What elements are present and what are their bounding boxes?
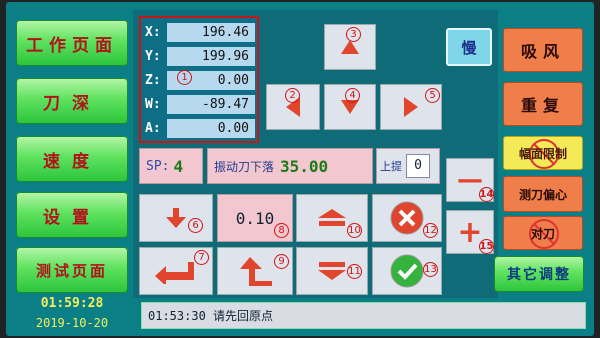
marker-14: 14 <box>479 187 494 202</box>
coord-label: X: <box>145 24 161 40</box>
move-right-button[interactable]: 5 <box>380 84 442 130</box>
plus-button[interactable]: + 15 <box>446 210 494 254</box>
double-up-icon <box>318 209 346 226</box>
arrow-up-icon <box>240 257 272 286</box>
coord-label: Y: <box>145 48 161 64</box>
suction-button[interactable]: 吸风 <box>503 28 583 72</box>
return-button[interactable]: 7 <box>139 247 213 295</box>
marker-1: 1 <box>177 70 192 85</box>
coord-value: 196.46 <box>167 22 255 42</box>
marker-4: 4 <box>345 88 360 103</box>
clock-date: 2019-10-20 <box>35 316 109 330</box>
hmi-screen: 工作页面 刀深 速度 设置 测试页面 01:59:28 2019-10-20 X… <box>6 2 594 336</box>
move-down-button[interactable]: 4 <box>324 84 376 130</box>
coord-value: 199.96 <box>167 46 255 66</box>
coord-label: A: <box>145 120 161 136</box>
coord-row-w: W: -89.47 <box>145 94 255 114</box>
coordinates-panel: X: 196.46 Y: 199.96 Z: 0.00 W: -89.47 A:… <box>139 16 259 143</box>
move-up-button[interactable]: 3 <box>324 24 376 70</box>
arrow-down-icon <box>166 208 186 228</box>
coord-row-a: A: 0.00 <box>145 118 255 138</box>
marker-13: 13 <box>423 262 438 277</box>
lift-label: 上提 <box>380 160 402 173</box>
sp-field[interactable]: SP: 4 <box>139 148 203 184</box>
width-limit-button[interactable]: 幅面限制 <box>503 136 583 170</box>
up-left-button[interactable]: 9 <box>217 247 293 295</box>
sp-value: 4 <box>173 156 184 176</box>
test-page-button[interactable]: 测试页面 <box>16 247 128 293</box>
repeat-button[interactable]: 重复 <box>503 82 583 126</box>
marker-5: 5 <box>425 88 440 103</box>
marker-7: 7 <box>194 250 209 265</box>
cancel-icon <box>390 201 424 235</box>
knife-align-label: 对刀 <box>530 226 555 241</box>
knife-align-button[interactable]: 对刀 <box>503 216 583 250</box>
vibration-drop-field[interactable]: 振动刀下落 35.00 <box>207 148 373 184</box>
sp-label: SP: <box>146 158 170 174</box>
coord-value: 0.00 <box>167 118 255 138</box>
coord-value: -89.47 <box>167 94 255 114</box>
speed-button[interactable]: 速度 <box>16 136 128 182</box>
status-message: 01:53:30 请先回原点 <box>148 309 274 323</box>
slow-button[interactable]: 慢 <box>446 28 492 66</box>
vibration-label: 振动刀下落 <box>214 159 275 174</box>
cancel-button[interactable]: 12 <box>372 194 442 242</box>
settings-button[interactable]: 设置 <box>16 192 128 238</box>
coord-label: Z: <box>145 72 161 88</box>
knife-offset-button[interactable]: 测刀偏心 <box>503 176 583 212</box>
status-bar: 01:53:30 请先回原点 <box>141 302 586 329</box>
coord-row-y: Y: 199.96 <box>145 46 255 66</box>
vibration-value: 35.00 <box>280 156 329 176</box>
double-down-icon <box>318 262 346 280</box>
lift-value: 0 <box>406 154 430 178</box>
clock-time: 01:59:28 <box>40 296 104 311</box>
marker-10: 10 <box>347 223 362 238</box>
work-page-button[interactable]: 工作页面 <box>16 20 128 66</box>
arrow-right-icon <box>404 97 418 117</box>
down-step-button[interactable]: 6 <box>139 194 213 242</box>
lift-field[interactable]: 上提 0 <box>376 148 440 184</box>
move-left-button[interactable]: 2 <box>266 84 320 130</box>
marker-15: 15 <box>479 239 494 254</box>
marker-6: 6 <box>188 218 203 233</box>
coord-row-z: Z: 0.00 <box>145 70 255 90</box>
marker-3: 3 <box>346 27 361 42</box>
width-limit-label: 幅面限制 <box>518 146 567 161</box>
knife-depth-button[interactable]: 刀深 <box>16 78 128 124</box>
marker-8: 8 <box>274 223 289 238</box>
marker-9: 9 <box>274 254 289 269</box>
confirm-button[interactable]: 13 <box>372 247 442 295</box>
minus-button[interactable]: — 14 <box>446 158 494 202</box>
confirm-icon <box>390 254 424 288</box>
marker-12: 12 <box>423 223 438 238</box>
double-down-button[interactable]: 11 <box>296 247 368 295</box>
step-value-field[interactable]: 0.10 8 <box>217 194 293 242</box>
double-up-button[interactable]: 10 <box>296 194 368 242</box>
return-arrow-icon <box>155 262 194 284</box>
coord-label: W: <box>145 96 161 112</box>
other-adjust-button[interactable]: 其它调整 <box>494 256 584 292</box>
step-value: 0.10 <box>235 208 275 228</box>
marker-11: 11 <box>347 264 362 279</box>
marker-2: 2 <box>285 88 300 103</box>
coord-row-x: X: 196.46 <box>145 22 255 42</box>
